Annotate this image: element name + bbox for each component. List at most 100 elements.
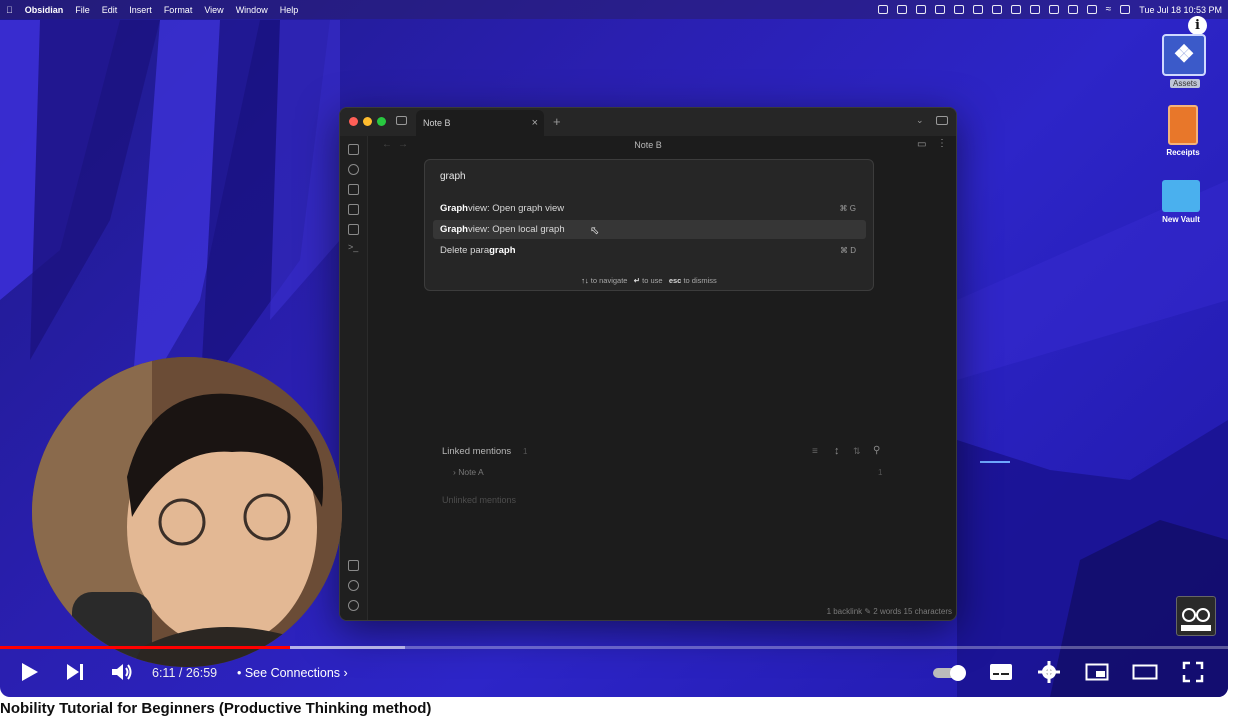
obsidian-window: Note B × + ⌄ >_ ← → Note B ▭ ⋮ Gra bbox=[339, 107, 957, 621]
desktop-icon-label: New Vault bbox=[1162, 215, 1200, 224]
menu-clock[interactable]: Tue Jul 18 10:53 PM bbox=[1139, 5, 1222, 15]
menu-file[interactable]: File bbox=[75, 5, 90, 15]
desktop-icon-receipts[interactable]: Receipts bbox=[1158, 105, 1208, 157]
next-video-icon[interactable] bbox=[64, 661, 86, 683]
command-text: Delete para bbox=[440, 245, 490, 256]
new-tab-icon[interactable]: + bbox=[553, 114, 561, 129]
menu-insert[interactable]: Insert bbox=[129, 5, 152, 15]
mouse-cursor-icon: ⬁ bbox=[590, 225, 600, 237]
status-icon[interactable] bbox=[991, 5, 1002, 14]
status-icon[interactable] bbox=[915, 5, 926, 14]
backlink-item-count: 1 bbox=[878, 468, 883, 477]
minimize-window-button[interactable] bbox=[363, 117, 372, 126]
control-center-icon[interactable] bbox=[1120, 5, 1131, 14]
calendar-status-icon[interactable] bbox=[972, 5, 983, 14]
clock-status-icon[interactable] bbox=[953, 5, 964, 14]
sidebar-toggle-icon[interactable] bbox=[396, 116, 407, 125]
expand-icon[interactable]: ↕ bbox=[834, 445, 840, 457]
chapter-title-button[interactable]: • See Connections › bbox=[237, 666, 348, 680]
presenter-photo bbox=[32, 357, 342, 667]
chevron-down-icon[interactable]: ⌄ bbox=[916, 115, 924, 126]
status-icon[interactable] bbox=[1067, 5, 1078, 14]
theater-mode-icon[interactable] bbox=[1132, 661, 1158, 683]
close-tab-icon[interactable]: × bbox=[532, 117, 538, 129]
daily-note-icon[interactable] bbox=[348, 204, 359, 215]
help-icon[interactable] bbox=[348, 580, 359, 591]
desktop-icon-label: Assets bbox=[1169, 79, 1200, 88]
right-sidebar-toggle-icon[interactable] bbox=[936, 116, 948, 125]
tab-label: Note B bbox=[423, 118, 451, 128]
wifi-icon[interactable]: ≈ bbox=[1106, 4, 1112, 15]
mac-menu-bar:  Obsidian File Edit Insert Format View … bbox=[0, 0, 1228, 19]
glasses-logo-icon bbox=[1181, 608, 1211, 631]
miniplayer-icon[interactable] bbox=[1085, 661, 1109, 683]
menu-edit[interactable]: Edit bbox=[102, 5, 118, 15]
folder-icon: ❖ bbox=[1162, 34, 1206, 76]
graph-view-icon[interactable] bbox=[348, 164, 359, 175]
video-timecode: 6:11 / 26:59 bbox=[152, 666, 218, 680]
command-text: view: Open graph view bbox=[467, 203, 565, 214]
unlinked-mentions-heading[interactable]: Unlinked mentions bbox=[442, 495, 516, 505]
close-window-button[interactable] bbox=[349, 117, 358, 126]
settings-gear-icon[interactable] bbox=[348, 600, 359, 611]
video-title[interactable]: Nobility Tutorial for Beginners (Product… bbox=[0, 700, 1248, 717]
window-titlebar: Note B × + ⌄ bbox=[340, 108, 956, 136]
list-icon[interactable]: ≡ bbox=[812, 446, 818, 457]
subtitles-icon[interactable] bbox=[989, 661, 1013, 683]
search-icon[interactable]: ⚲ bbox=[873, 445, 880, 456]
status-icon[interactable] bbox=[877, 5, 888, 14]
subscribe-watermark[interactable] bbox=[1176, 596, 1216, 636]
played-bar bbox=[0, 646, 290, 649]
desktop-icon-new-vault[interactable]: New Vault bbox=[1156, 180, 1206, 224]
command-result[interactable]: Graph view: Open graph view ⌘ G bbox=[433, 199, 866, 218]
volume-icon[interactable] bbox=[110, 661, 134, 683]
command-result-selected[interactable]: Graph view: Open local graph ⬁ bbox=[433, 220, 866, 239]
battery-icon[interactable] bbox=[1086, 5, 1097, 14]
maximize-window-button[interactable] bbox=[377, 117, 386, 126]
status-icon[interactable] bbox=[1010, 5, 1021, 14]
folder-icon bbox=[1162, 180, 1200, 212]
settings-gear-icon[interactable] bbox=[1038, 661, 1060, 683]
menu-format[interactable]: Format bbox=[164, 5, 193, 15]
reading-view-icon[interactable]: ▭ bbox=[917, 139, 926, 150]
esc-key: esc bbox=[668, 276, 682, 285]
sort-icon[interactable]: ⇅ bbox=[853, 446, 861, 457]
time-machine-icon[interactable] bbox=[1029, 5, 1040, 14]
menu-view[interactable]: View bbox=[204, 5, 223, 15]
match-text: graph bbox=[489, 245, 516, 256]
menu-help[interactable]: Help bbox=[280, 5, 299, 15]
left-ribbon: >_ bbox=[340, 136, 368, 620]
desktop-icon-label: Receipts bbox=[1166, 148, 1200, 157]
status-bar: 1 backlink ✎ 2 words 15 characters bbox=[826, 607, 952, 616]
play-icon[interactable] bbox=[18, 661, 40, 683]
bluetooth-icon[interactable] bbox=[1048, 5, 1059, 14]
desktop-icon-assets[interactable]: ❖ Assets bbox=[1162, 34, 1208, 88]
apple-icon[interactable]:  bbox=[6, 5, 13, 15]
fullscreen-icon[interactable] bbox=[1182, 661, 1204, 683]
document-title: Note B bbox=[634, 140, 662, 150]
video-frame[interactable]:  Obsidian File Edit Insert Format View … bbox=[0, 0, 1228, 697]
backlink-item[interactable]: › Note A bbox=[453, 467, 484, 477]
command-search-input[interactable] bbox=[440, 171, 840, 182]
menu-window[interactable]: Window bbox=[236, 5, 268, 15]
linked-mentions-count: 1 bbox=[523, 447, 528, 456]
video-progress-bar[interactable] bbox=[0, 646, 1228, 649]
canvas-icon[interactable] bbox=[348, 184, 359, 195]
match-text: Graph bbox=[440, 203, 468, 214]
linked-mentions-heading[interactable]: Linked mentions bbox=[442, 446, 511, 457]
command-result[interactable]: Delete para graph ⌘ D bbox=[433, 241, 866, 260]
templates-icon[interactable] bbox=[348, 224, 359, 235]
autoplay-toggle[interactable] bbox=[933, 665, 967, 681]
vault-switcher-icon[interactable] bbox=[348, 560, 359, 571]
more-options-icon[interactable]: ⋮ bbox=[937, 138, 947, 149]
status-icon[interactable] bbox=[934, 5, 945, 14]
esc-text: to dismiss bbox=[683, 276, 717, 285]
presenter-webcam bbox=[32, 357, 342, 667]
match-text: Graph bbox=[440, 224, 468, 235]
status-icon[interactable] bbox=[896, 5, 907, 14]
use-key: ↵ bbox=[633, 276, 641, 285]
menu-app-name[interactable]: Obsidian bbox=[25, 5, 64, 15]
info-icon[interactable]: i bbox=[1188, 16, 1207, 35]
command-palette-icon[interactable]: >_ bbox=[348, 242, 358, 252]
tab-note-b[interactable]: Note B × bbox=[416, 110, 544, 136]
